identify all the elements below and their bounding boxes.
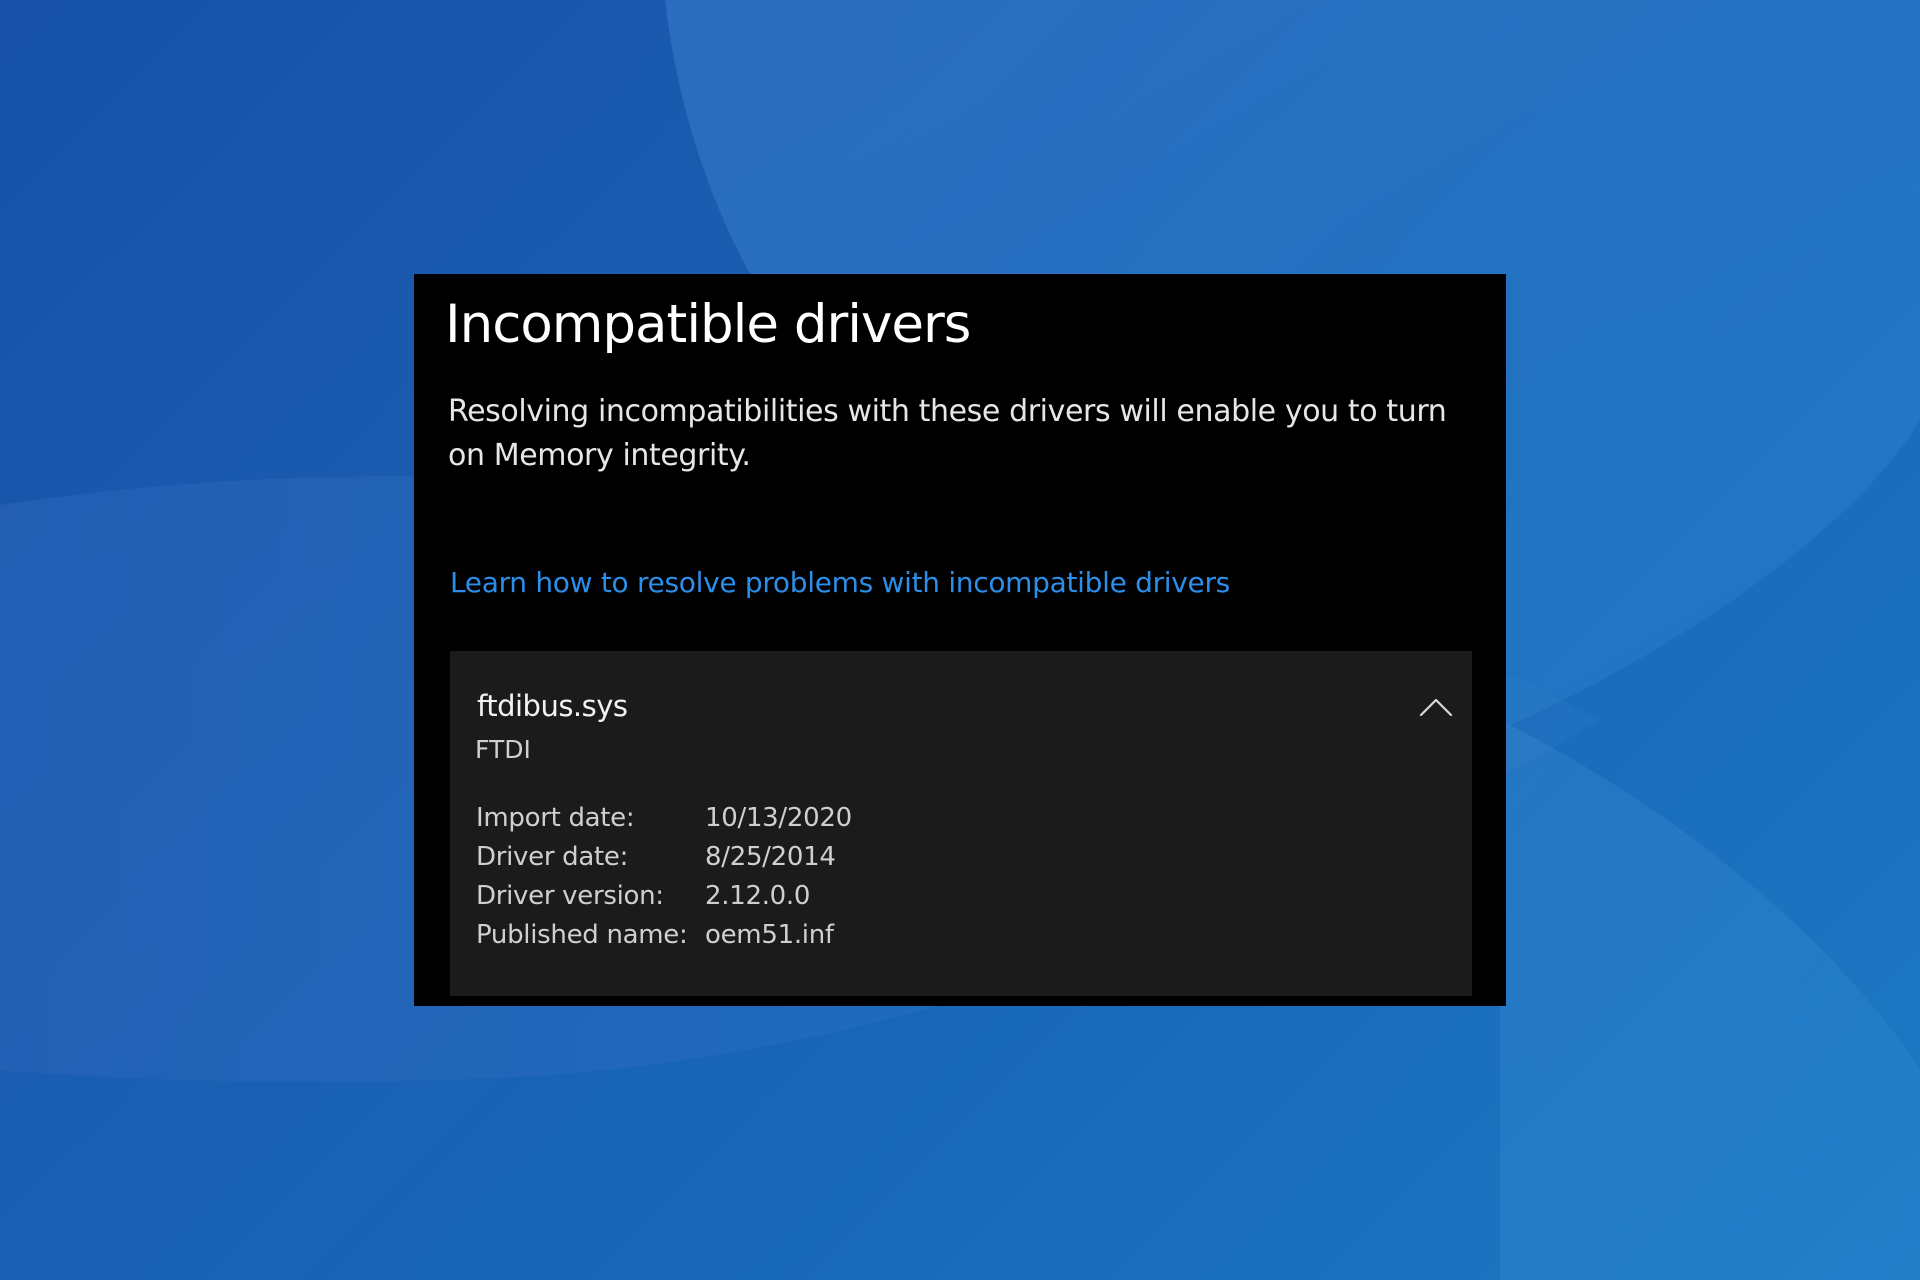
driver-vendor: FTDI <box>475 735 531 764</box>
detail-label: Driver date: <box>476 842 629 872</box>
driver-card[interactable]: ftdibus.sys FTDI Import date: 10/13/2020… <box>450 651 1472 996</box>
driver-name: ftdibus.sys <box>477 689 628 723</box>
page-title: Incompatible drivers <box>445 294 971 355</box>
detail-value: 2.12.0.0 <box>705 881 811 911</box>
detail-label: Published name: <box>476 920 688 950</box>
incompatible-drivers-panel: Incompatible drivers Resolving incompati… <box>414 274 1506 1006</box>
detail-label: Driver version: <box>476 881 664 911</box>
description-text: Resolving incompatibilities with these d… <box>448 394 1447 473</box>
detail-label: Import date: <box>476 803 635 833</box>
collapse-button[interactable] <box>1412 687 1460 727</box>
detail-value: 10/13/2020 <box>705 803 852 833</box>
chevron-up-icon <box>1419 698 1453 717</box>
learn-more-link[interactable]: Learn how to resolve problems with incom… <box>450 566 1230 599</box>
detail-value: oem51.inf <box>705 920 834 950</box>
detail-value: 8/25/2014 <box>705 842 836 872</box>
